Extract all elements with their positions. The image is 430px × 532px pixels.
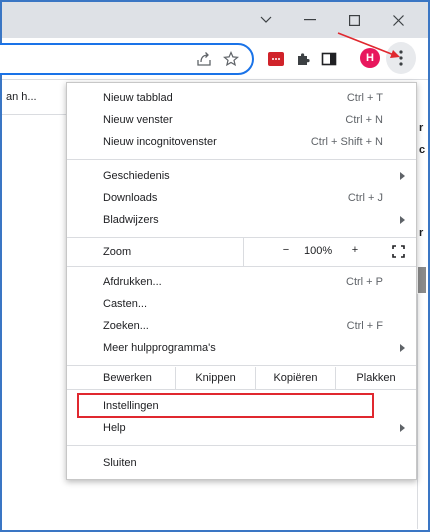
menu-item-label: Nieuw tabblad <box>103 92 173 104</box>
menu-item-more-tools[interactable]: Meer hulpprogramma's <box>67 337 416 359</box>
menu-item-shortcut: Ctrl + Shift + N <box>310 136 383 148</box>
menu-item-label: Geschiedenis <box>103 170 170 182</box>
puzzle-icon[interactable] <box>293 49 313 69</box>
chevron-right-icon <box>400 172 405 180</box>
menu-item-label: Meer hulpprogramma's <box>103 342 216 354</box>
menu-item-label: Sluiten <box>103 457 137 469</box>
menu-item-find[interactable]: Zoeken... Ctrl + F <box>67 315 416 337</box>
page-text-fragment: r <box>419 227 424 239</box>
zoom-controls: − 100% + <box>243 238 416 266</box>
chevron-down-icon[interactable] <box>244 6 288 34</box>
browser-window: H an h... r c r Nieuw tabblad Ctrl + T N… <box>0 0 430 532</box>
chrome-main-menu: Nieuw tabblad Ctrl + T Nieuw venster Ctr… <box>66 82 417 480</box>
zoom-level: 100% <box>304 245 333 257</box>
menu-item-new-incognito[interactable]: Nieuw incognitovenster Ctrl + Shift + N <box>67 131 416 153</box>
menu-item-downloads[interactable]: Downloads Ctrl + J <box>67 187 416 209</box>
chevron-right-icon <box>400 216 405 224</box>
menu-item-label: Nieuw venster <box>103 114 173 126</box>
chevron-right-icon <box>400 424 405 432</box>
sidepanel-icon[interactable] <box>319 49 339 69</box>
menu-item-exit[interactable]: Sluiten <box>67 452 416 474</box>
menu-item-shortcut: Ctrl + F <box>346 320 383 332</box>
page-divider <box>417 294 418 529</box>
menu-item-label: Downloads <box>103 192 158 204</box>
page-text-fragment: r <box>419 122 424 134</box>
menu-item-label: Zoeken... <box>103 320 149 332</box>
menu-item-label: Afdrukken... <box>103 276 162 288</box>
menu-item-edit: Bewerken Knippen Kopiëren Plakken <box>67 367 416 389</box>
menu-item-cast[interactable]: Casten... <box>67 293 416 315</box>
avatar[interactable]: H <box>360 48 380 68</box>
star-icon[interactable] <box>221 49 241 69</box>
title-bar <box>2 2 428 38</box>
menu-item-print[interactable]: Afdrukken... Ctrl + P <box>67 271 416 293</box>
copy-button[interactable]: Kopiëren <box>255 367 335 389</box>
minimize-icon[interactable] <box>288 6 332 34</box>
zoom-out-button[interactable]: − <box>279 244 293 256</box>
menu-item-shortcut: Ctrl + J <box>347 192 383 204</box>
menu-item-label: Bewerken <box>103 372 152 384</box>
address-bar[interactable] <box>0 43 254 75</box>
fullscreen-icon[interactable] <box>392 245 405 258</box>
zoom-in-button[interactable]: + <box>348 244 362 256</box>
menu-separator <box>67 445 416 446</box>
kebab-menu-icon[interactable] <box>386 42 416 74</box>
maximize-icon[interactable] <box>332 6 376 34</box>
menu-separator <box>67 365 416 366</box>
share-icon[interactable] <box>194 49 214 69</box>
settings-highlight-box <box>77 393 374 418</box>
page-link-text[interactable]: an h... <box>6 91 37 103</box>
menu-item-label: Bladwijzers <box>103 214 159 226</box>
menu-item-label: Casten... <box>103 298 148 310</box>
menu-item-new-tab[interactable]: Nieuw tabblad Ctrl + T <box>67 87 416 109</box>
close-icon[interactable] <box>376 6 420 34</box>
chevron-right-icon <box>400 344 405 352</box>
paste-button[interactable]: Plakken <box>335 367 416 389</box>
menu-separator <box>67 389 416 390</box>
menu-item-bookmarks[interactable]: Bladwijzers <box>67 209 416 231</box>
menu-item-label: Zoom <box>103 246 132 258</box>
menu-item-shortcut: Ctrl + N <box>345 114 383 126</box>
page-divider <box>2 114 66 115</box>
menu-separator <box>67 159 416 160</box>
menu-item-label: Help <box>103 422 126 434</box>
menu-item-shortcut: Ctrl + P <box>346 276 383 288</box>
menu-item-zoom: Zoom − 100% + <box>67 238 416 266</box>
page-text-fragment: c <box>419 144 426 156</box>
menu-item-help[interactable]: Help <box>67 417 416 439</box>
menu-item-history[interactable]: Geschiedenis <box>67 165 416 187</box>
cut-button[interactable]: Knippen <box>175 367 255 389</box>
extension-icon[interactable] <box>266 49 286 69</box>
menu-separator <box>67 266 416 267</box>
menu-item-label: Nieuw incognitovenster <box>103 136 217 148</box>
menu-item-shortcut: Ctrl + T <box>346 92 383 104</box>
toolbar: H <box>0 38 428 80</box>
menu-item-new-window[interactable]: Nieuw venster Ctrl + N <box>67 109 416 131</box>
scrollbar-thumb[interactable] <box>418 267 426 293</box>
